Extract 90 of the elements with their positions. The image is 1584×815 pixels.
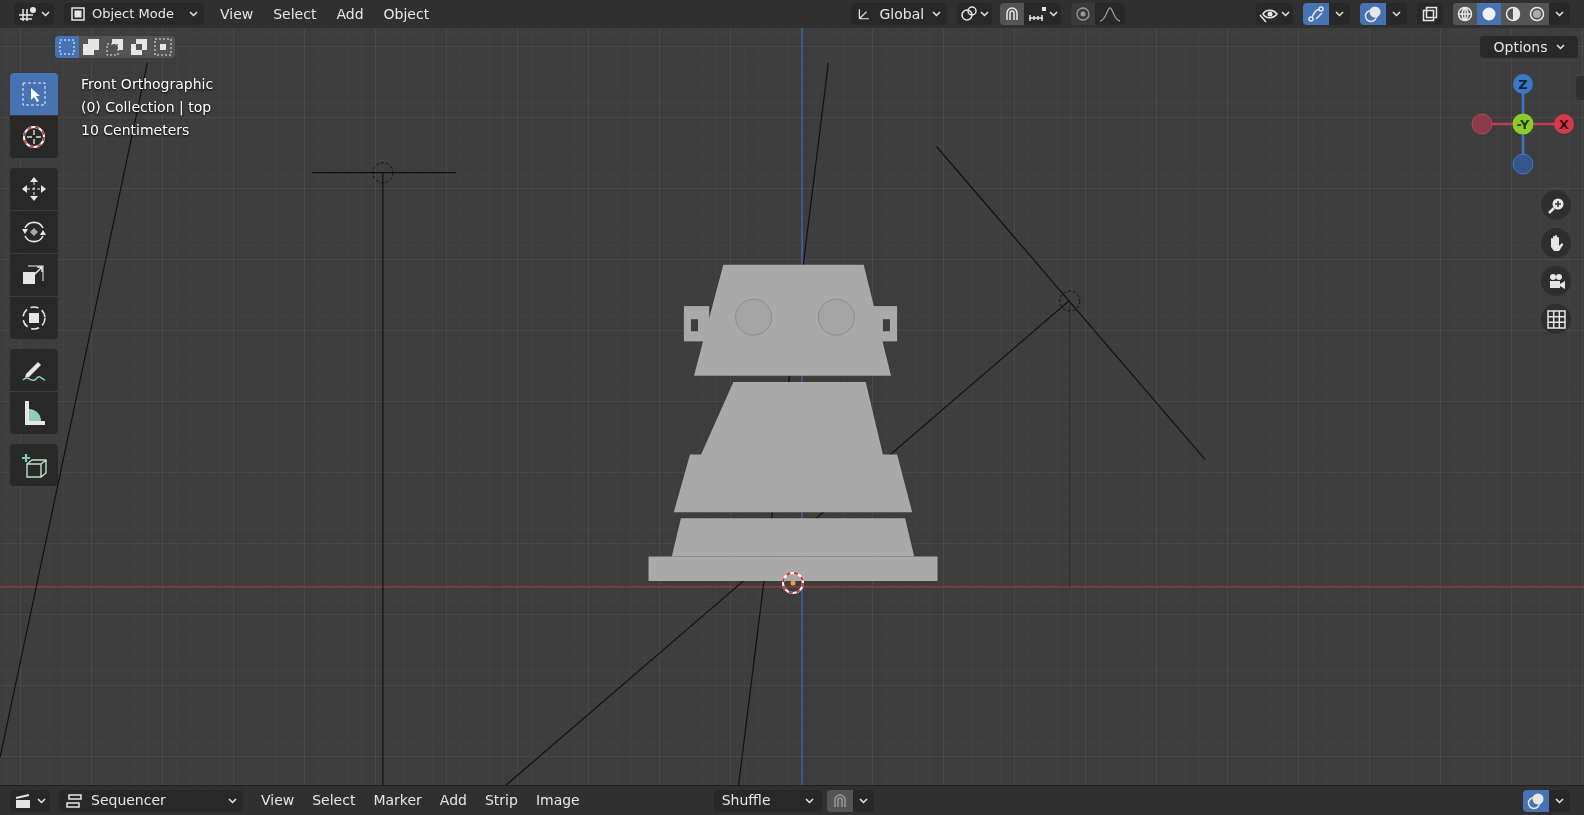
negative-x-axis-handle[interactable] xyxy=(1471,113,1493,135)
editor-dropdown[interactable]: Sequencer xyxy=(59,789,243,812)
transform-tool-button[interactable] xyxy=(10,297,58,339)
set-squares-icon xyxy=(58,38,76,56)
menu-item[interactable]: Add xyxy=(437,790,469,811)
negative-z-axis-handle[interactable] xyxy=(1512,153,1534,175)
caret-icon xyxy=(1281,11,1290,17)
magnet-icon xyxy=(1004,6,1021,22)
magnet-icon xyxy=(831,792,848,809)
overlays-toggle[interactable] xyxy=(1523,789,1549,812)
caret-icon xyxy=(1049,11,1059,17)
menu-item[interactable]: Add xyxy=(334,3,366,25)
select-tool-button[interactable] xyxy=(10,73,58,115)
gizmo-icon xyxy=(1307,5,1325,23)
y-axis-handle[interactable]: -Y xyxy=(1512,113,1534,135)
proportional-edit-toggle[interactable] xyxy=(1071,3,1096,25)
rendered-sphere-icon xyxy=(1529,6,1545,22)
gizmos-toggle[interactable] xyxy=(1303,3,1329,25)
pivot-dropdown[interactable]: Shuffle xyxy=(713,789,822,812)
invert-squares-icon xyxy=(130,38,148,56)
target-icon xyxy=(1075,6,1092,22)
empty-marker xyxy=(1059,290,1081,312)
viewport-info-text: (0) Collection | top xyxy=(81,98,213,116)
snap-toggle[interactable] xyxy=(826,789,853,812)
caret-icon xyxy=(1555,44,1565,50)
move-tool-button[interactable] xyxy=(10,168,58,210)
grid-icon xyxy=(1545,308,1567,330)
caret-icon xyxy=(41,11,50,17)
caret-icon xyxy=(1555,797,1564,804)
extend-squares-icon xyxy=(82,38,100,56)
caret-icon xyxy=(189,11,198,17)
x-axis-handle[interactable]: X xyxy=(1554,114,1574,134)
empty-marker xyxy=(372,162,394,184)
select-mode-extend-button[interactable] xyxy=(79,36,103,58)
sidebar-toggle-tab[interactable] xyxy=(1576,76,1584,100)
xray-toggle[interactable] xyxy=(1417,3,1443,25)
increment-icon xyxy=(1027,6,1048,22)
caret-icon xyxy=(37,797,46,804)
axes-icon xyxy=(18,5,38,23)
z-axis-handle[interactable]: Z xyxy=(1513,74,1533,94)
caret-icon xyxy=(804,797,814,804)
rotate-tool-button[interactable] xyxy=(10,211,58,253)
intersect-squares-icon xyxy=(154,38,172,56)
overlays-toggle[interactable] xyxy=(1360,3,1386,25)
editor-type-button[interactable] xyxy=(10,789,50,812)
viewport-info-text: 10 Centimeters xyxy=(81,121,191,139)
overlay-icon xyxy=(1364,5,1382,23)
caret-icon xyxy=(1555,11,1564,17)
caret-icon xyxy=(858,797,868,804)
viewport-info-text: Front Orthographic xyxy=(81,75,214,93)
caret-icon xyxy=(1335,11,1344,17)
annotate-tool-button[interactable] xyxy=(10,349,58,391)
orientation-dropdown[interactable]: Global xyxy=(851,3,948,25)
menu-item[interactable]: Marker xyxy=(371,790,424,811)
link-icon xyxy=(960,5,979,23)
curve-icon xyxy=(1099,6,1122,22)
scale-tool-button[interactable] xyxy=(10,254,58,296)
xray-icon xyxy=(1422,6,1438,22)
select-mode-set-button[interactable] xyxy=(55,36,79,58)
visibility-button[interactable] xyxy=(1256,3,1293,25)
3d-cursor-icon xyxy=(782,571,804,594)
solid-shading-button[interactable] xyxy=(1477,3,1501,25)
overlay-icon xyxy=(1527,791,1545,810)
snap-toggle[interactable] xyxy=(1000,3,1025,25)
menu-item[interactable]: Select xyxy=(271,3,319,25)
shading-dropdown[interactable] xyxy=(1549,3,1570,25)
add-cube-tool-button[interactable] xyxy=(10,444,58,486)
pivot-button[interactable] xyxy=(957,3,993,25)
menu-item[interactable]: Select xyxy=(310,790,358,811)
menu-item[interactable]: View xyxy=(259,790,297,811)
options-dropdown[interactable]: Options xyxy=(1480,36,1578,58)
menu-item[interactable]: Image xyxy=(533,790,582,811)
wireframe-sphere-icon xyxy=(1457,6,1473,22)
caret-icon xyxy=(1392,11,1401,17)
caret-icon xyxy=(980,11,990,17)
menu-item[interactable]: View xyxy=(218,3,256,25)
cursor-tool-button[interactable] xyxy=(10,116,58,158)
solid-sphere-icon xyxy=(1481,6,1497,22)
cube-outline-icon xyxy=(70,6,86,22)
mode-dropdown[interactable]: Object Mode xyxy=(64,3,204,25)
caret-icon xyxy=(228,797,237,804)
strips-icon xyxy=(65,792,83,809)
select-mode-intersect-button[interactable] xyxy=(151,36,175,58)
material-sphere-icon xyxy=(1505,6,1521,22)
menu-item[interactable]: Object xyxy=(381,3,432,25)
menu-item[interactable]: Strip xyxy=(482,790,520,811)
subtract-squares-icon xyxy=(106,38,124,56)
editor-type-button[interactable] xyxy=(14,3,54,25)
caret-icon xyxy=(932,11,942,17)
measure-tool-button[interactable] xyxy=(10,392,58,434)
